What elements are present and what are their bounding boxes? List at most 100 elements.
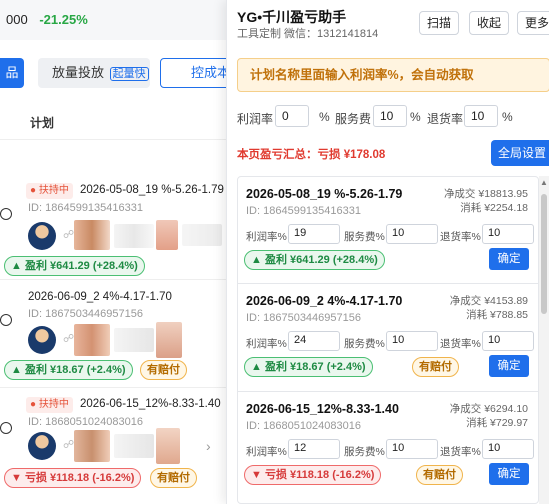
collapse-button[interactable]: 收起 — [469, 11, 509, 35]
scroll-up-icon[interactable]: ▲ — [540, 178, 548, 187]
profit-helper-panel: YG•千川盈亏助手 工具定制 微信：1312141814 扫描 收起 更多 计划… — [226, 0, 549, 504]
scan-button[interactable]: 扫描 — [419, 11, 459, 35]
service-fee-label: 服务费% — [344, 231, 385, 243]
blurred-image — [114, 224, 154, 248]
return-rate-input[interactable]: 10 — [464, 105, 498, 127]
link-icon: ☍ — [63, 439, 75, 451]
cost: 消耗 ¥2254.18 — [460, 202, 528, 214]
plan-id: ID: 1868051024083016 — [28, 416, 143, 428]
support-badge: ● 扶持中 — [26, 397, 73, 413]
plan-name: 2026-06-09_2 4%-4.17-1.70 — [246, 294, 403, 308]
panel-subtitle: 工具定制 微信：1312141814 — [237, 28, 379, 40]
profit-pill: ▲ 盈利 ¥641.29 (+28.4%) — [4, 256, 145, 276]
profit-rate-input[interactable]: 12 — [288, 439, 340, 459]
percent-unit: % — [410, 110, 421, 124]
more-button[interactable]: 更多 — [517, 11, 549, 35]
service-fee-input[interactable]: 10 — [386, 224, 438, 244]
return-rate-label: 退货率% — [440, 231, 481, 243]
row-checkbox[interactable] — [0, 422, 12, 434]
plan-id: ID: 1864599135416331 — [28, 202, 143, 214]
background-stats: 000 -21.25% — [0, 0, 230, 40]
service-fee-input[interactable]: 10 — [386, 331, 438, 351]
avatar — [28, 432, 56, 460]
plan-card: 2026-06-09_2 4%-4.17-1.70 ID: 1867503446… — [238, 284, 538, 392]
return-rate-input[interactable]: 10 — [482, 224, 534, 244]
table-header: 计划 — [0, 104, 230, 140]
plan-name[interactable]: 2026-05-08_19 %-5.26-1.79 — [80, 184, 224, 196]
plan-name: 2026-05-08_19 %-5.26-1.79 — [246, 187, 403, 201]
return-rate-input[interactable]: 10 — [482, 331, 534, 351]
tab-cost-control[interactable]: 控成本 — [160, 58, 230, 88]
percent-unit: % — [319, 110, 330, 124]
plan-name[interactable]: 2026-06-15_12%-8.33-1.40 — [80, 398, 221, 410]
tab-product[interactable]: 品 — [0, 58, 24, 88]
row-checkbox[interactable] — [0, 208, 12, 220]
blurred-image — [74, 220, 110, 250]
confirm-button[interactable]: 确定 — [489, 463, 529, 485]
row-checkbox[interactable] — [0, 314, 12, 326]
compensation-badge: 有赔付 — [412, 357, 459, 377]
table-row: 2026-06-09_2 4%-4.17-1.70 ID: 1867503446… — [0, 280, 230, 388]
tip-banner: 计划名称里面输入利润率%，会自动获取 — [237, 58, 549, 92]
support-badge: ● 扶持中 — [26, 183, 73, 199]
tab-volume-label: 放量投放 — [52, 65, 105, 80]
compensation-badge: 有赔付 — [416, 465, 463, 485]
chevron-right-icon[interactable]: › — [206, 438, 211, 454]
return-rate-label: 退货率% — [440, 446, 481, 458]
service-fee-input[interactable]: 10 — [386, 439, 438, 459]
blurred-image — [156, 220, 178, 250]
link-icon: ☍ — [63, 333, 75, 345]
compensation-badge: 有赔付 — [140, 360, 187, 380]
table-row: ● 扶持中 2026-06-15_12%-8.33-1.40 ID: 18680… — [0, 388, 230, 504]
page-summary: 本页盈亏汇总：亏损 ¥178.08 — [237, 149, 386, 161]
blurred-image — [74, 324, 110, 356]
loss-pill: ▼ 亏损 ¥118.18 (-16.2%) — [244, 465, 382, 485]
blurred-image — [156, 322, 182, 358]
service-fee-label: 服务费% — [344, 446, 385, 458]
service-fee-label: 服务费% — [344, 338, 385, 350]
confirm-button[interactable]: 确定 — [489, 248, 529, 270]
confirm-button[interactable]: 确定 — [489, 355, 529, 377]
global-rates: 利润率 0 % 服务费 10 % 退货率 10 % — [237, 105, 549, 129]
stat-percent: -21.25% — [39, 12, 88, 27]
blurred-image — [156, 428, 180, 464]
plan-card: 2026-06-15_12%-8.33-1.40 ID: 18680510240… — [238, 392, 538, 503]
profit-rate-label: 利润率% — [246, 446, 287, 458]
profit-rate-input[interactable]: 0 — [275, 105, 309, 127]
global-settings-button[interactable]: 全局设置 — [491, 140, 549, 166]
blurred-image — [182, 224, 222, 246]
background-page: 000 -21.25% 品 放量投放 起量快 控成本 计划 ● 扶持中 2026… — [0, 0, 230, 504]
profit-rate-input[interactable]: 24 — [288, 331, 340, 351]
return-rate-input[interactable]: 10 — [482, 439, 534, 459]
avatar — [28, 326, 56, 354]
tab-volume-badge: 起量快 — [109, 67, 149, 81]
list-scrollbar[interactable]: ▲ — [539, 176, 549, 504]
column-header-plan: 计划 — [30, 116, 55, 130]
plan-card-list: 2026-05-08_19 %-5.26-1.79 ID: 1864599135… — [237, 176, 539, 504]
profit-rate-label: 利润率% — [246, 338, 287, 350]
return-rate-label: 退货率% — [440, 338, 481, 350]
cost: 消耗 ¥729.97 — [466, 417, 528, 429]
panel-title: YG•千川盈亏助手 — [237, 9, 347, 25]
tab-volume[interactable]: 放量投放 起量快 — [38, 58, 150, 88]
profit-pill: ▲ 盈利 ¥18.67 (+2.4%) — [244, 357, 373, 377]
blurred-image — [74, 430, 110, 462]
plan-id: ID: 1867503446957156 — [28, 308, 143, 320]
profit-rate-label: 利润率% — [246, 231, 287, 243]
scrollbar-thumb[interactable] — [541, 194, 547, 314]
service-fee-input[interactable]: 10 — [373, 105, 407, 127]
profit-pill: ▲ 盈利 ¥18.67 (+2.4%) — [4, 360, 133, 380]
plan-id: ID: 1867503446957156 — [246, 312, 361, 324]
blurred-image — [114, 328, 154, 352]
net-sales: 净成交 ¥4153.89 — [449, 295, 528, 307]
plan-name[interactable]: 2026-06-09_2 4%-4.17-1.70 — [28, 291, 172, 303]
net-sales: 净成交 ¥6294.10 — [449, 403, 528, 415]
net-sales: 净成交 ¥18813.95 — [443, 188, 528, 200]
loss-pill: ▼ 亏损 ¥118.18 (-16.2%) — [4, 468, 142, 488]
plan-id: ID: 1864599135416331 — [246, 205, 361, 217]
service-fee-label: 服务费 — [335, 112, 372, 126]
plan-id: ID: 1868051024083016 — [246, 420, 361, 432]
profit-pill: ▲ 盈利 ¥641.29 (+28.4%) — [244, 250, 385, 270]
blurred-image — [114, 434, 154, 458]
profit-rate-input[interactable]: 19 — [288, 224, 340, 244]
